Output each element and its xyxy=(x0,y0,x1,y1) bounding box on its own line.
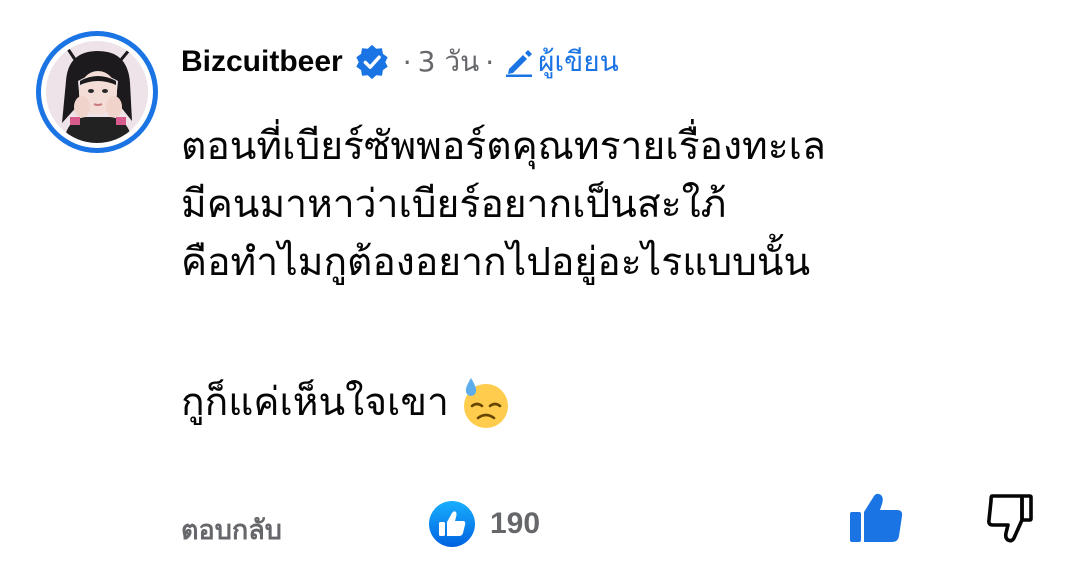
like-count: 190 xyxy=(490,507,541,540)
meta-separator: · xyxy=(402,45,412,79)
comment: Bizcuitbeer · 3 วัน · ผู้เขียน ตอนที่เบี… xyxy=(0,0,1080,565)
comment-line-with-emoji: กูก็แค่เห็นใจเขา xyxy=(181,374,1041,432)
avatar-image xyxy=(46,41,148,143)
reply-button[interactable]: ตอบกลับ xyxy=(181,508,282,551)
reaction-summary[interactable]: 190 xyxy=(428,500,540,548)
comment-header: Bizcuitbeer · 3 วัน · ผู้เขียน xyxy=(181,38,619,86)
pencil-icon xyxy=(506,50,533,77)
meta-separator: · xyxy=(485,45,495,79)
author-tag: ผู้เขียน xyxy=(538,45,619,78)
comment-line: มีคนมาหาว่าเบียร์อยากเป็นสะใภ้ xyxy=(181,182,727,227)
thumbs-up-icon[interactable] xyxy=(848,492,904,544)
timestamp[interactable]: 3 วัน xyxy=(418,40,480,84)
thumbs-down-icon[interactable] xyxy=(984,492,1034,544)
comment-text: ตอนที่เบียร์ซัพพอร์ตคุณทรายเรื่องทะเล มี… xyxy=(181,118,1041,432)
avatar[interactable] xyxy=(36,31,158,153)
like-reaction-icon xyxy=(429,501,475,547)
comment-line: ตอนที่เบียร์ซัพพอร์ตคุณทรายเรื่องทะเล xyxy=(181,124,826,169)
comment-line: คือทำไมกูต้องอยากไปอยู่อะไรแบบนั้น xyxy=(181,240,811,285)
author-name[interactable]: Bizcuitbeer xyxy=(181,45,343,79)
verified-badge-icon xyxy=(356,44,388,80)
comment-line: กูก็แค่เห็นใจเขา xyxy=(181,380,449,425)
downcast-face-with-sweat-emoji xyxy=(463,378,508,428)
comment-meta: · 3 วัน · xyxy=(397,40,500,84)
